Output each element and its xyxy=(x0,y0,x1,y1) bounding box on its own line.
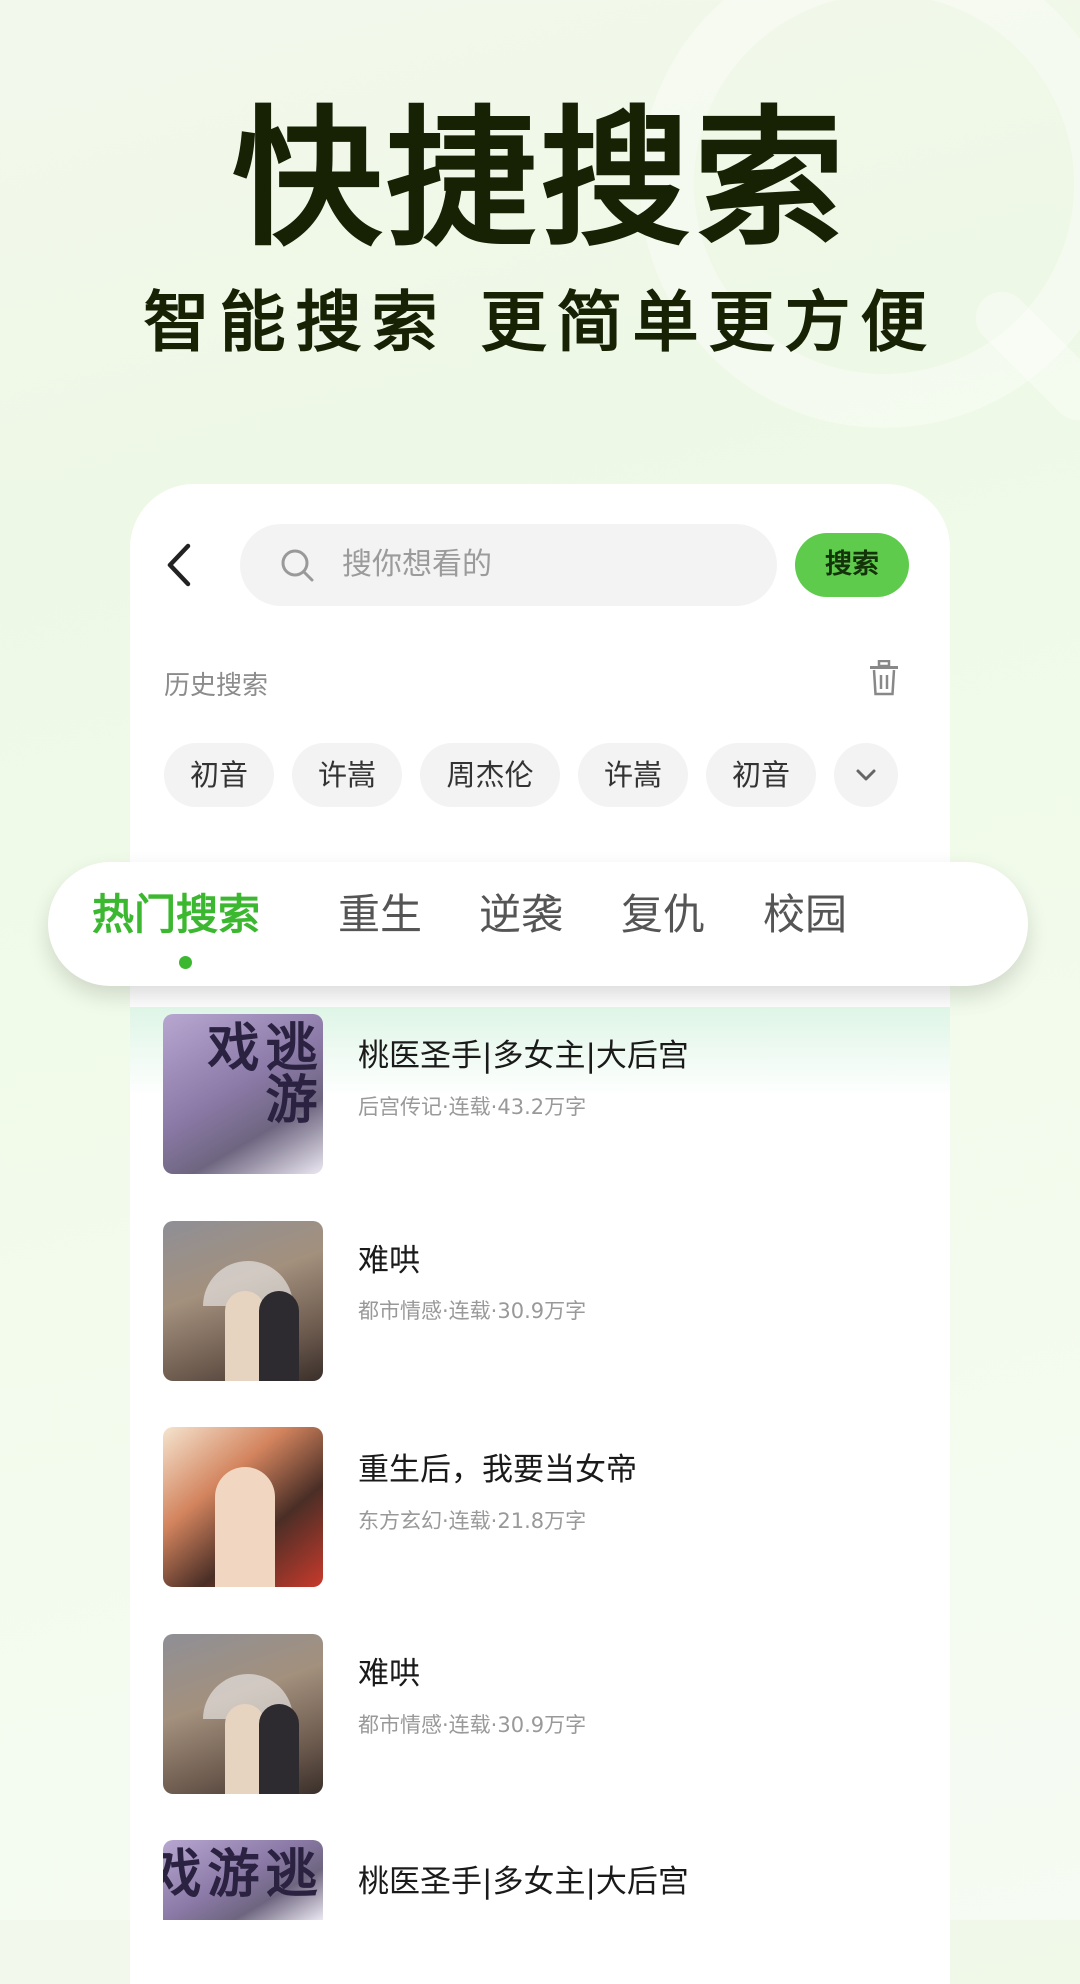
book-cover[interactable]: 逃游戏 xyxy=(163,1840,323,1920)
search-input-box[interactable]: 搜你想看的 xyxy=(240,524,777,606)
history-chip[interactable]: 许嵩 xyxy=(578,743,688,807)
tab-hot-search[interactable]: 热门搜索 xyxy=(92,888,260,942)
history-chip[interactable]: 周杰伦 xyxy=(420,743,560,807)
book-meta: 都市情感·连载·30.9万字 xyxy=(358,1713,587,1737)
book-cover[interactable] xyxy=(163,1427,323,1587)
search-icon xyxy=(281,549,314,582)
cover-figure xyxy=(259,1291,299,1381)
book-meta: 都市情感·连载·30.9万字 xyxy=(358,1299,587,1323)
hero-subtitle: 智能搜索 更简单更方便 xyxy=(143,284,937,361)
active-tab-indicator xyxy=(179,956,192,969)
tab-comeback[interactable]: 逆袭 xyxy=(479,888,563,942)
search-button[interactable]: 搜索 xyxy=(795,533,909,597)
history-chip[interactable]: 许嵩 xyxy=(292,743,402,807)
book-meta: 东方玄幻·连载·21.8万字 xyxy=(358,1509,587,1533)
search-placeholder[interactable]: 搜你想看的 xyxy=(342,524,492,606)
tab-campus[interactable]: 校园 xyxy=(763,888,847,942)
book-title[interactable]: 难哄 xyxy=(358,1648,420,1693)
book-title[interactable]: 桃医圣手|多女主|大后宫 xyxy=(358,1856,689,1901)
book-title[interactable]: 难哄 xyxy=(358,1235,420,1280)
history-chip[interactable]: 初音 xyxy=(164,743,274,807)
cover-title-text: 逃游戏 xyxy=(163,1846,316,1898)
book-cover[interactable] xyxy=(163,1634,323,1794)
back-arrow-icon[interactable] xyxy=(160,540,200,590)
tab-rebirth[interactable]: 重生 xyxy=(338,888,422,942)
history-search-label: 历史搜索 xyxy=(164,671,269,701)
cover-figure xyxy=(259,1704,299,1794)
hero-title: 快捷搜索 xyxy=(231,93,848,267)
book-title[interactable]: 重生后，我要当女帝 xyxy=(358,1444,637,1489)
book-title[interactable]: 桃医圣手|多女主|大后宫 xyxy=(358,1030,689,1075)
book-cover[interactable] xyxy=(163,1221,323,1381)
book-cover[interactable]: 逃游戏 xyxy=(163,1014,323,1174)
history-chip[interactable]: 初音 xyxy=(706,743,816,807)
chevron-down-icon xyxy=(856,769,876,781)
trash-icon[interactable] xyxy=(868,660,900,696)
book-meta: 后宫传记·连载·43.2万字 xyxy=(358,1095,587,1119)
cover-figure xyxy=(215,1467,275,1587)
cover-title-text: 逃游戏 xyxy=(198,1020,316,1124)
expand-history-button[interactable] xyxy=(834,743,898,807)
tab-revenge[interactable]: 复仇 xyxy=(621,888,705,942)
